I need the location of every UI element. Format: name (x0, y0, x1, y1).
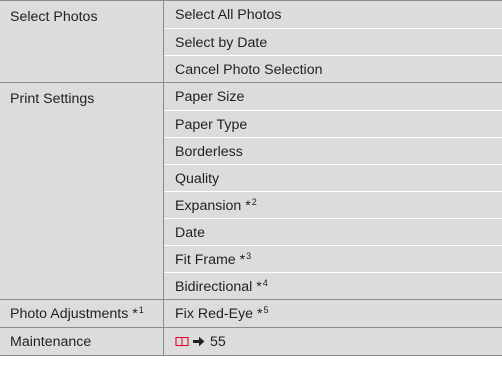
section-items: Select All Photos Select by Date Cancel … (164, 1, 502, 82)
footnote-marker: 1 (138, 305, 144, 315)
menu-item-fit-frame: Fit Frame *3 (164, 245, 502, 272)
section-maintenance: Maintenance 55 (0, 328, 502, 356)
settings-menu-table: Select Photos Select All Photos Select b… (0, 0, 502, 356)
footnote-marker: 4 (262, 278, 268, 288)
section-label: Maintenance (0, 328, 164, 355)
section-label: Select Photos (0, 1, 164, 82)
menu-item-bidirectional: Bidirectional *4 (164, 272, 502, 299)
section-items: 55 (164, 328, 502, 355)
menu-item-quality: Quality (164, 164, 502, 191)
menu-item-paper-type: Paper Type (164, 110, 502, 137)
section-select-photos: Select Photos Select All Photos Select b… (0, 1, 502, 83)
menu-item-expansion: Expansion *2 (164, 191, 502, 218)
menu-item-fix-red-eye: Fix Red-Eye *5 (164, 300, 502, 327)
book-icon (175, 336, 189, 347)
section-label: Print Settings (0, 83, 164, 299)
section-photo-adjustments: Photo Adjustments *1 Fix Red-Eye *5 (0, 300, 502, 328)
arrow-right-icon (193, 336, 205, 347)
section-label-text: Select Photos (10, 9, 98, 25)
section-label-text: Maintenance (10, 334, 92, 350)
menu-item-cancel-photo-selection: Cancel Photo Selection (164, 55, 502, 82)
section-items: Paper Size Paper Type Borderless Quality… (164, 83, 502, 299)
section-label-text: Print Settings (10, 91, 95, 107)
menu-item-paper-size: Paper Size (164, 83, 502, 110)
footnote-marker: 5 (263, 305, 269, 315)
menu-item-select-all-photos: Select All Photos (164, 1, 502, 28)
page-reference-number: 55 (210, 334, 226, 350)
section-label: Photo Adjustments *1 (0, 300, 164, 327)
section-print-settings: Print Settings Paper Size Paper Type Bor… (0, 83, 502, 300)
footnote-marker: 2 (251, 197, 257, 207)
menu-item-page-reference: 55 (164, 328, 502, 355)
menu-item-borderless: Borderless (164, 137, 502, 164)
footnote-marker: 3 (246, 251, 252, 261)
menu-item-select-by-date: Select by Date (164, 28, 502, 55)
section-label-text: Photo Adjustments * (10, 306, 138, 322)
menu-item-date: Date (164, 218, 502, 245)
section-items: Fix Red-Eye *5 (164, 300, 502, 327)
